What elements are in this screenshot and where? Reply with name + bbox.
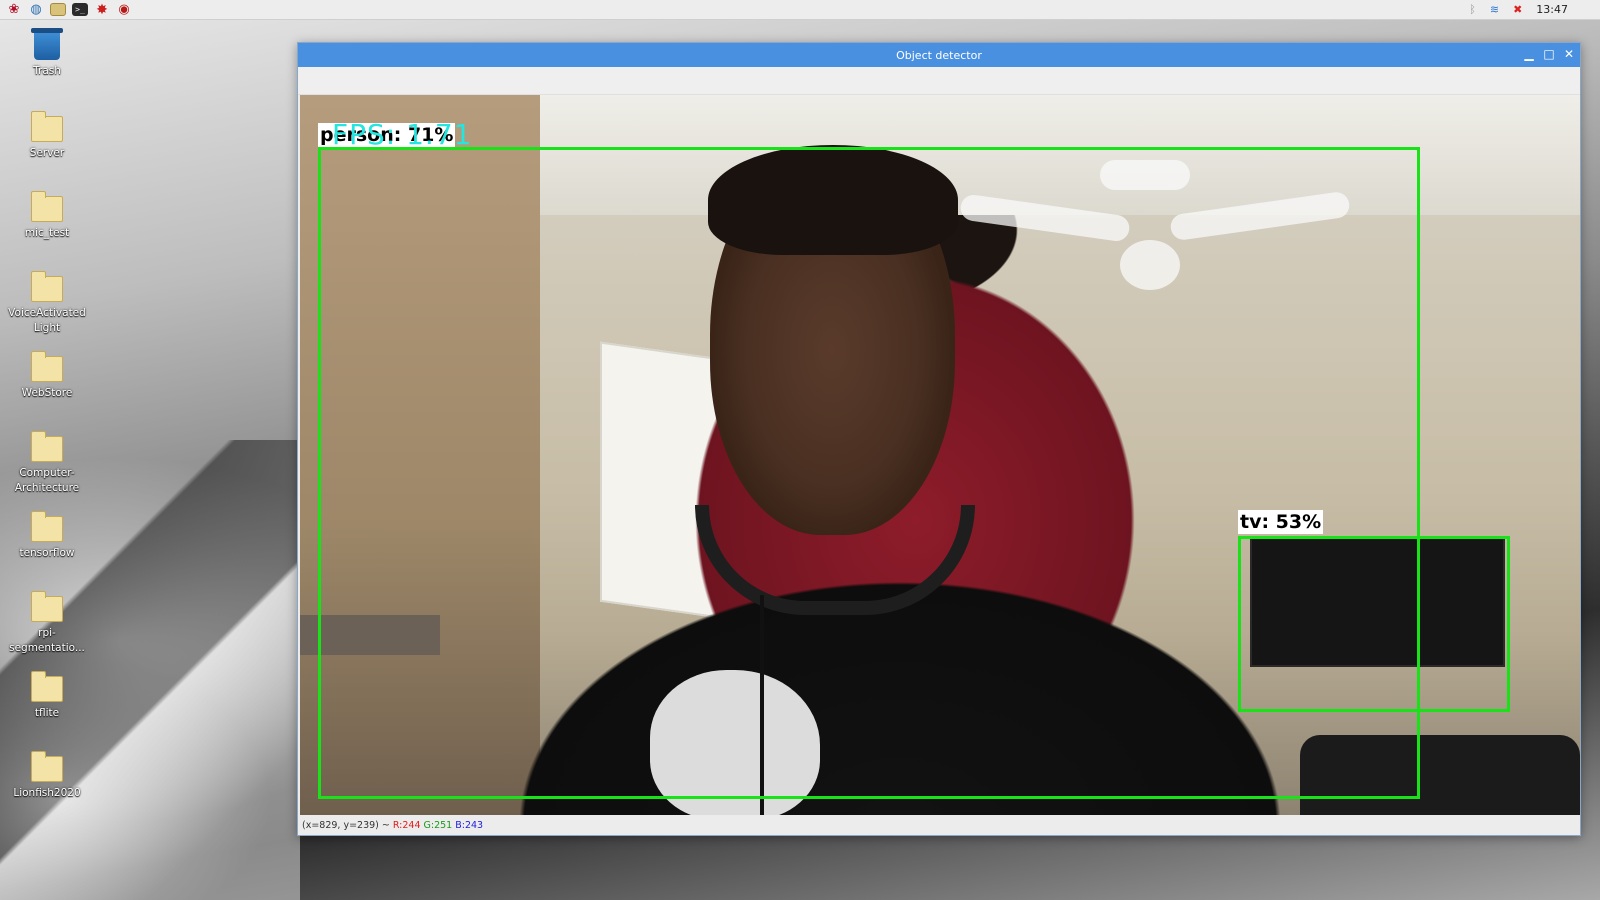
folder-icon: [31, 591, 63, 622]
object-detector-window[interactable]: Object detector ▁ □ ✕ person: 71% tv: 53…: [297, 42, 1581, 836]
launcher-bar: ❀ ◍ >_ ✸ ◉: [6, 2, 132, 18]
desktop-icon-label: Server: [29, 147, 65, 159]
raspberry-menu-icon[interactable]: ❀: [6, 2, 22, 18]
window-toolbar: [298, 67, 1580, 95]
cursor-coordinates: (x=829, y=239) ~: [302, 819, 390, 831]
desktop-icon-webstore[interactable]: WebStore: [6, 351, 88, 401]
file-manager-icon[interactable]: [50, 3, 66, 16]
clock[interactable]: 13:47: [1536, 3, 1568, 16]
tv-detection-label: tv: 53%: [1238, 510, 1324, 534]
desktop-icon-mic-test[interactable]: mic_test: [6, 191, 88, 241]
desktop-icon-trash[interactable]: Trash: [6, 28, 88, 79]
desktop-icon-tflite[interactable]: tflite: [6, 671, 88, 721]
window-title: Object detector: [896, 48, 982, 62]
folder-icon: [31, 191, 63, 222]
desktop-icon-label: tflite: [34, 707, 60, 719]
pixel-green-value: G:251: [423, 819, 453, 831]
desktop-icon-label: Lionfish2020: [13, 787, 81, 799]
web-browser-icon[interactable]: ◍: [28, 2, 44, 18]
trash-icon: [31, 28, 63, 60]
wolfram-icon[interactable]: ◉: [116, 2, 132, 18]
top-panel: ❀ ◍ >_ ✸ ◉ ᛒ ≋ ✖ 13:47: [0, 0, 1600, 20]
maximize-icon[interactable]: □: [1542, 46, 1556, 62]
folder-icon: [31, 431, 63, 462]
desktop-icon-label: Trash: [33, 65, 61, 77]
desktop-icon-label: mic_test: [24, 227, 70, 239]
volume-muted-icon[interactable]: ✖: [1513, 3, 1522, 16]
minimize-icon[interactable]: ▁: [1522, 46, 1536, 62]
window-controls: ▁ □ ✕: [1522, 46, 1576, 62]
desktop-icon-label: VoiceActivated Light: [8, 307, 86, 334]
pixel-blue-value: B:243: [455, 819, 484, 831]
terminal-icon[interactable]: >_: [72, 3, 88, 16]
wifi-icon[interactable]: ≋: [1490, 3, 1499, 16]
desktop-icon-computer-architecture[interactable]: Computer-Architecture: [6, 431, 88, 496]
desktop-icon-label: tensorflow: [19, 547, 75, 559]
window-statusbar: (x=829, y=239) ~ R:244 G:251 B:243: [298, 815, 1580, 835]
desktop-icon-rpi-segmentation[interactable]: rpi-segmentatio...: [6, 591, 88, 656]
desktop-icon-label: rpi-segmentatio...: [9, 627, 85, 654]
desktop-icon-lionfish2020[interactable]: Lionfish2020: [6, 751, 88, 801]
desktop-icon-label: Computer-Architecture: [14, 467, 80, 494]
fps-counter: FPS: 1.71: [332, 118, 473, 151]
wallpaper-mountain: [0, 440, 300, 900]
folder-icon: [31, 751, 63, 782]
camera-feed[interactable]: person: 71% tv: 53% FPS: 1.71: [300, 95, 1580, 815]
system-tray: ᛒ ≋ ✖ 13:47: [1469, 3, 1594, 16]
bluetooth-icon[interactable]: ᛒ: [1469, 3, 1476, 16]
folder-icon: [31, 111, 63, 142]
desktop-icon-voiceactivated-light[interactable]: VoiceActivated Light: [6, 271, 88, 336]
folder-icon: [31, 271, 63, 302]
tv-bounding-box: [1238, 536, 1510, 712]
window-titlebar[interactable]: Object detector ▁ □ ✕: [298, 43, 1580, 67]
folder-icon: [31, 671, 63, 702]
pixel-red-value: R:244: [392, 819, 421, 831]
folder-icon: [31, 351, 63, 382]
close-icon[interactable]: ✕: [1562, 46, 1576, 62]
desktop-icon-tensorflow[interactable]: tensorflow: [6, 511, 88, 561]
desktop-icon-server[interactable]: Server: [6, 111, 88, 161]
folder-icon: [31, 511, 63, 542]
mathematica-icon[interactable]: ✸: [94, 2, 110, 18]
desktop-icon-label: WebStore: [21, 387, 73, 399]
